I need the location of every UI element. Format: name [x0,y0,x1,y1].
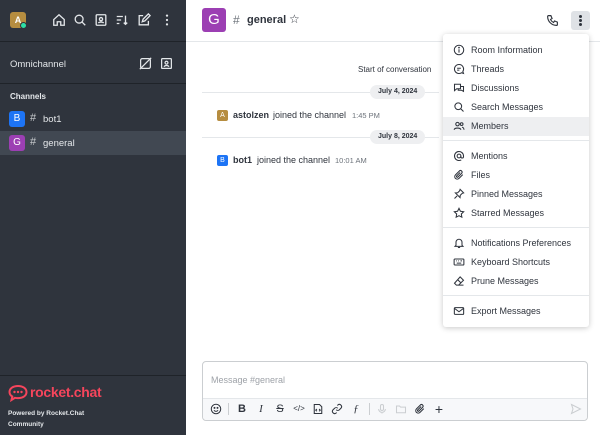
keyboard-icon [453,256,465,268]
message-input[interactable] [211,372,571,388]
channels-section-title: Channels [10,92,47,101]
room-avatar: G [9,135,25,151]
sidebar-item-general[interactable]: G # general [0,131,186,155]
avatar[interactable]: A [217,110,228,121]
toolbar-divider [228,403,229,415]
sidebar-item-label: general [43,138,75,149]
sidebar-footer: rocket.chat Powered by Rocket.Chat Commu… [0,375,186,435]
message-time: 1:45 PM [352,111,380,120]
hash-icon: # [233,13,240,27]
composer-toolbar: B I S </> ƒ + [203,398,587,420]
search-icon[interactable] [73,13,87,27]
link-icon[interactable] [330,402,344,416]
omnichannel-label: Omnichannel [10,59,66,70]
room-avatar[interactable]: G [202,8,226,32]
edition-text: Community [8,421,44,428]
more-options-icon[interactable] [160,13,174,27]
menu-item-files[interactable]: Files [443,166,589,185]
omnichannel-status-icon[interactable] [139,57,153,71]
clip-icon [453,169,465,181]
pin-icon [453,188,465,200]
menu-item-pinned-messages[interactable]: Pinned Messages [443,185,589,204]
sidebar-item-label: bot1 [43,114,62,125]
start-of-conversation: Start of conversation [358,65,432,74]
menu-item-notifications-preferences[interactable]: Notifications Preferences [443,234,589,253]
sidebar-item-bot1[interactable]: B # bot1 [0,107,186,131]
home-icon[interactable] [52,13,66,27]
directory-icon[interactable] [94,13,108,27]
microphone-icon[interactable] [375,402,389,416]
room-avatar: B [9,111,25,127]
brand-name: rocket.chat [30,384,102,400]
menu-divider [443,140,589,141]
emoji-icon[interactable] [209,402,223,416]
sort-icon[interactable] [115,13,129,27]
eraser-icon [453,275,465,287]
toolbar-divider [369,403,370,415]
strikethrough-icon[interactable]: S [273,402,287,416]
call-icon[interactable] [546,14,559,27]
hash-icon: # [30,136,37,148]
at-icon [453,150,465,162]
kebab-menu-button[interactable] [571,11,590,30]
menu-divider [443,295,589,296]
menu-item-threads[interactable]: Threads [443,60,589,79]
bold-icon[interactable]: B [235,402,249,416]
avatar[interactable]: B [217,155,228,166]
search-icon [453,101,465,113]
send-icon[interactable] [569,402,583,416]
omnichannel-section: Omnichannel [0,42,186,84]
menu-item-search-messages[interactable]: Search Messages [443,98,589,117]
room-options-menu: Room Information Threads Discussions Sea… [443,34,589,327]
message-username[interactable]: astolzen [233,110,269,120]
threads-icon [453,63,465,75]
code-block-icon[interactable] [311,402,325,416]
attachment-icon[interactable] [413,402,427,416]
contact-center-icon[interactable] [160,57,174,71]
message-text: joined the channel [257,155,331,165]
menu-item-room-information[interactable]: Room Information [443,41,589,60]
menu-item-export-messages[interactable]: Export Messages [443,302,589,321]
message-composer: B I S </> ƒ + [202,361,588,421]
system-message: B bot1 joined the channel 10:01 AM [217,155,437,167]
mail-icon [453,305,465,317]
menu-item-keyboard-shortcuts[interactable]: Keyboard Shortcuts [443,253,589,272]
menu-item-starred-messages[interactable]: Starred Messages [443,204,589,223]
menu-item-prune-messages[interactable]: Prune Messages [443,272,589,291]
message-username[interactable]: bot1 [233,155,252,165]
star-icon [453,207,465,219]
discussions-icon [453,82,465,94]
create-new-icon[interactable] [137,13,151,27]
info-icon [453,44,465,56]
system-message: A astolzen joined the channel 1:45 PM [217,110,437,122]
menu-item-discussions[interactable]: Discussions [443,79,589,98]
plus-icon[interactable]: + [432,402,446,416]
hash-icon: # [30,112,37,124]
online-status-indicator [20,22,27,29]
room-title[interactable]: general [247,14,286,26]
menu-item-mentions[interactable]: Mentions [443,147,589,166]
folder-icon[interactable] [394,402,408,416]
powered-by-text: Powered by Rocket.Chat [8,410,85,417]
menu-divider [443,227,589,228]
menu-item-members[interactable]: Members [443,117,589,136]
date-label: July 4, 2024 [370,85,426,99]
bell-icon [453,237,465,249]
date-label: July 8, 2024 [370,130,426,144]
sidebar-topbar: A [0,0,186,42]
members-icon [453,120,465,132]
favorite-star-icon[interactable]: ☆ [289,12,300,26]
formula-icon[interactable]: ƒ [349,402,363,416]
italic-icon[interactable]: I [254,402,268,416]
code-icon[interactable]: </> [292,402,306,416]
message-time: 10:01 AM [335,156,367,165]
sidebar: A Omnichannel Channels B # bot1 G # gene… [0,0,186,435]
message-text: joined the channel [273,110,347,120]
